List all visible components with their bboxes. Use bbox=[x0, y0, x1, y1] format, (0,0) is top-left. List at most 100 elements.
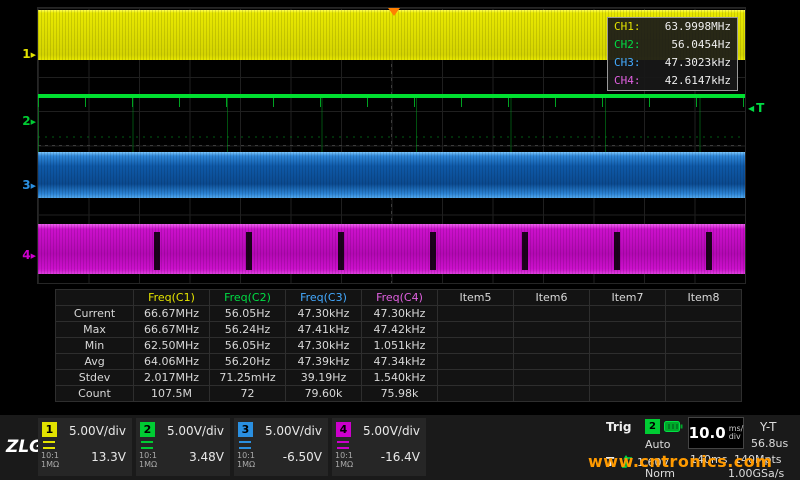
volts-per-div: 5.00V/div bbox=[265, 424, 322, 438]
left-arrow-icon: ◀ bbox=[748, 104, 754, 113]
measure-cell bbox=[666, 386, 742, 402]
measure-cell bbox=[514, 322, 590, 338]
channel3-badge: 3 bbox=[238, 422, 253, 437]
measure-cell: 1.540kHz bbox=[362, 370, 438, 386]
measure-header-freq-c2: Freq(C2) bbox=[210, 290, 286, 306]
channel-offset: -6.50V bbox=[283, 450, 322, 464]
measure-cell: 56.24Hz bbox=[210, 322, 286, 338]
measure-cell: 64.06MHz bbox=[134, 354, 210, 370]
measure-header-item6: Item6 bbox=[514, 290, 590, 306]
volts-per-div: 5.00V/div bbox=[363, 424, 420, 438]
table-row: Min 62.50MHz 56.05Hz 47.30kHz 1.051kHz bbox=[56, 338, 742, 354]
channel-offset: 13.3V bbox=[91, 450, 126, 464]
sweep-mode[interactable]: Auto bbox=[645, 438, 671, 451]
measure-cell: 62.50MHz bbox=[134, 338, 210, 354]
measure-cell: 1.051kHz bbox=[362, 338, 438, 354]
ch3-waveform bbox=[38, 152, 745, 198]
trigger-timebase-section: Trig 2 Auto 10.0 ms/div Y-T 56.8us T 1.6… bbox=[600, 415, 800, 480]
measure-header-item7: Item7 bbox=[590, 290, 666, 306]
capture-window: 140ms bbox=[690, 453, 727, 466]
measure-cell: 47.41kHz bbox=[286, 322, 362, 338]
probe-info: 10:11MΩ bbox=[335, 451, 353, 469]
channel-offset: 3.48V bbox=[189, 450, 224, 464]
table-row: Avg 64.06MHz 56.20Hz 47.39kHz 47.34kHz bbox=[56, 354, 742, 370]
trigger-position-marker-icon[interactable] bbox=[388, 8, 400, 16]
measure-cell: 47.34kHz bbox=[362, 354, 438, 370]
marker-arrow-icon: ▶ bbox=[31, 118, 36, 126]
trigger-level-marker[interactable]: ◀T bbox=[748, 101, 764, 115]
measure-row-label: Max bbox=[56, 322, 134, 338]
freq-value-ch2: 56.0454Hz bbox=[671, 36, 731, 54]
frequency-readout-box: CH1: 63.9998MHz CH2: 56.0454Hz CH3: 47.3023… bbox=[607, 17, 738, 91]
timebase-value: 10.0 bbox=[689, 424, 726, 442]
trigger-menu-label[interactable]: Trig bbox=[606, 420, 632, 434]
measure-row-label: Count bbox=[56, 386, 134, 402]
measure-row-label: Current bbox=[56, 306, 134, 322]
measure-cell bbox=[666, 370, 742, 386]
ch1-position-marker[interactable]: 1▶ bbox=[14, 47, 36, 62]
measure-header-freq-c1: Freq(C1) bbox=[134, 290, 210, 306]
measure-cell: 75.98k bbox=[362, 386, 438, 402]
ch4-waveform-notches bbox=[38, 232, 745, 270]
measure-cell bbox=[438, 322, 514, 338]
acquisition-mode: Norm bbox=[645, 467, 675, 480]
measure-cell bbox=[666, 338, 742, 354]
ch4-position-marker[interactable]: 4▶ bbox=[14, 248, 36, 263]
measure-cell: 47.39kHz bbox=[286, 354, 362, 370]
probe-info: 10:11MΩ bbox=[41, 451, 59, 469]
table-row: Stdev 2.017MHz 71.25mHz 39.19Hz 1.540kHz bbox=[56, 370, 742, 386]
channel1-control[interactable]: 1 10:11MΩ 5.00V/div 13.3V bbox=[38, 418, 132, 476]
freq-label-ch4: CH4: bbox=[614, 72, 641, 90]
measure-header-freq-c3: Freq(C3) bbox=[286, 290, 362, 306]
trigger-source-badge[interactable]: 2 bbox=[645, 419, 660, 434]
measure-cell bbox=[438, 306, 514, 322]
freq-value-ch3: 47.3023kHz bbox=[665, 54, 731, 72]
measure-row-label: Avg bbox=[56, 354, 134, 370]
freq-label-ch3: CH3: bbox=[614, 54, 641, 72]
freq-label-ch1: CH1: bbox=[614, 18, 641, 36]
measure-cell bbox=[438, 370, 514, 386]
measure-cell bbox=[666, 322, 742, 338]
sample-rate: 1.00GSa/s bbox=[728, 467, 784, 480]
measure-row-label: Stdev bbox=[56, 370, 134, 386]
channel3-control[interactable]: 3 10:11MΩ 5.00V/div -6.50V bbox=[234, 418, 328, 476]
status-bar: ZLG® 1 10:11MΩ 5.00V/div 13.3V 2 10:11MΩ… bbox=[0, 414, 800, 480]
measure-cell bbox=[514, 386, 590, 402]
measure-cell bbox=[590, 322, 666, 338]
table-row: Count 107.5M 72 79.60k 75.98k bbox=[56, 386, 742, 402]
timebase-control[interactable]: 10.0 ms/div bbox=[688, 417, 744, 449]
marker-arrow-icon: ▶ bbox=[31, 182, 36, 190]
dc-coupling-icon bbox=[43, 441, 55, 449]
measure-header-freq-c4: Freq(C4) bbox=[362, 290, 438, 306]
ch3-position-marker[interactable]: 3▶ bbox=[14, 178, 36, 193]
measurement-table: Freq(C1) Freq(C2) Freq(C3) Freq(C4) Item… bbox=[55, 289, 742, 402]
measure-cell: 39.19Hz bbox=[286, 370, 362, 386]
probe-info: 10:11MΩ bbox=[139, 451, 157, 469]
memory-depth: 140Mpts bbox=[734, 453, 782, 466]
marker-arrow-icon: ▶ bbox=[31, 51, 36, 59]
measure-cell bbox=[514, 338, 590, 354]
channel4-badge: 4 bbox=[336, 422, 351, 437]
measure-header bbox=[56, 290, 134, 306]
measure-cell bbox=[514, 370, 590, 386]
oscilloscope-screen: 1▶ 2▶ 3▶ 4▶ ◀T CH1:63.9998MHz CH2:56.045… bbox=[0, 0, 800, 480]
volts-per-div: 5.00V/div bbox=[167, 424, 224, 438]
timebase-unit: ms/div bbox=[729, 425, 744, 441]
freq-value-ch1: 63.9998MHz bbox=[665, 18, 731, 36]
measure-cell: 47.30kHz bbox=[286, 306, 362, 322]
volts-per-div: 5.00V/div bbox=[69, 424, 126, 438]
ch2-position-marker[interactable]: 2▶ bbox=[14, 114, 36, 129]
measure-cell: 56.20Hz bbox=[210, 354, 286, 370]
measure-cell bbox=[590, 338, 666, 354]
marker-arrow-icon: ▶ bbox=[31, 252, 36, 260]
measure-cell: 47.30kHz bbox=[362, 306, 438, 322]
channel-offset: -16.4V bbox=[381, 450, 420, 464]
channel4-control[interactable]: 4 10:11MΩ 5.00V/div -16.4V bbox=[332, 418, 426, 476]
freq-label-ch2: CH2: bbox=[614, 36, 641, 54]
horizontal-delay: 56.8us bbox=[751, 437, 788, 450]
measure-cell bbox=[666, 354, 742, 370]
measure-cell bbox=[590, 386, 666, 402]
measure-cell bbox=[590, 354, 666, 370]
measure-cell bbox=[590, 370, 666, 386]
channel2-control[interactable]: 2 10:11MΩ 5.00V/div 3.48V bbox=[136, 418, 230, 476]
